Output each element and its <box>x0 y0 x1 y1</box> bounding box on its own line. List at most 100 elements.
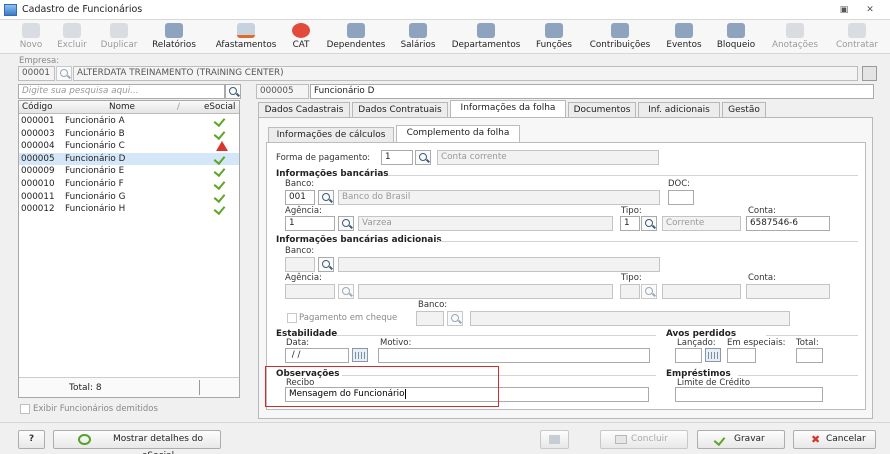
show-dismissed-checkbox[interactable] <box>20 404 30 414</box>
tab-dados-contratuais[interactable]: Dados Contratuais <box>352 102 448 118</box>
list-icon <box>675 23 693 38</box>
especiais-field[interactable] <box>727 348 756 363</box>
banco-cheque-code-field[interactable] <box>416 311 444 326</box>
footer-divider <box>0 422 890 423</box>
afastamentos-button[interactable]: Afastamentos <box>210 20 282 54</box>
trash-icon <box>63 23 81 38</box>
reports-button[interactable]: Relatórios <box>148 20 200 54</box>
data-field[interactable]: / / <box>285 348 349 363</box>
banco-extra-name-field <box>338 257 660 272</box>
restore-icon[interactable]: ▣ <box>836 3 852 17</box>
dependents-button[interactable]: Dependentes <box>322 20 390 54</box>
cancelar-button[interactable]: ✖ Cancelar <box>793 430 876 449</box>
agencia-code-field[interactable]: 1 <box>285 216 335 231</box>
column-name[interactable]: Nome <box>109 102 135 112</box>
table-row[interactable]: 000012 Funcionário H <box>19 203 239 216</box>
table-row[interactable]: 000010 Funcionário F <box>19 178 239 191</box>
employee-code-field[interactable]: 000005 <box>256 84 309 99</box>
navigate-icon <box>549 435 560 444</box>
empresa-search-icon[interactable] <box>56 66 72 81</box>
tipo-search-icon[interactable] <box>641 216 657 231</box>
subtab-informacoes-calculos[interactable]: Informações de cálculos <box>268 127 394 143</box>
tipo-code-field[interactable]: 1 <box>620 216 640 231</box>
banco-extra-code-field[interactable] <box>285 257 315 272</box>
functions-button[interactable]: Funções <box>530 20 578 54</box>
title-bar: Cadastro de Funcionários ▣ ✕ <box>0 0 890 20</box>
agencia-extra-search-icon[interactable] <box>338 284 354 299</box>
tab-inf-adicionais[interactable]: Inf. adicionais <box>638 102 720 118</box>
employee-grid: Código Nome / eSocial 000001 Funcionário … <box>18 100 240 398</box>
notes-button[interactable]: Anotações <box>768 20 822 54</box>
lancado-calendar-icon[interactable] <box>705 348 721 362</box>
note-icon <box>786 23 804 38</box>
empresa-menu-icon[interactable] <box>862 66 877 81</box>
salaries-button[interactable]: Salários <box>396 20 440 54</box>
gravar-button[interactable]: Gravar <box>697 430 785 449</box>
limite-credito-field[interactable] <box>675 387 823 402</box>
refresh-icon <box>78 434 91 445</box>
search-input[interactable]: Digite sua pesquisa aqui... <box>18 84 225 99</box>
forma-pagamento-code[interactable]: 1 <box>381 150 413 165</box>
tab-informacoes-folha[interactable]: Informações da folha <box>450 100 566 118</box>
clipboard-icon <box>545 23 563 38</box>
cat-button[interactable]: CAT <box>286 20 316 54</box>
tab-gestao[interactable]: Gestão <box>722 102 766 118</box>
column-esocial[interactable]: eSocial <box>204 102 236 112</box>
tab-dados-cadastrais[interactable]: Dados Cadastrais <box>258 102 350 118</box>
table-row[interactable]: 000001 Funcionário A <box>19 115 239 128</box>
table-row[interactable]: 000004 Funcionário C <box>19 140 239 153</box>
employee-name-field[interactable]: Funcionário D <box>310 84 874 99</box>
lancado-field[interactable] <box>675 348 702 363</box>
column-code[interactable]: Código <box>22 102 53 112</box>
lancado-label: Lançado: <box>677 338 716 348</box>
section-divider <box>438 241 858 242</box>
contributions-button[interactable]: Contribuições <box>584 20 656 54</box>
agencia-search-icon[interactable] <box>338 216 354 231</box>
tipo-extra-name-field <box>662 284 741 299</box>
table-row[interactable]: 000003 Funcionário B <box>19 128 239 141</box>
banco-extra-label: Banco: <box>285 246 315 256</box>
forma-pagamento-search-icon[interactable] <box>415 150 431 165</box>
empresa-label: Empresa: <box>19 56 60 66</box>
conta-extra-field[interactable] <box>746 284 830 299</box>
lock-button[interactable]: Bloqueio <box>712 20 760 54</box>
empresa-code-field[interactable]: 00001 <box>18 66 55 81</box>
calendar-icon[interactable] <box>352 348 368 362</box>
banco-search-icon[interactable] <box>318 190 334 205</box>
total-count: Total: 8 <box>69 383 102 393</box>
show-dismissed-label: Exibir Funcionários demitidos <box>33 404 158 414</box>
events-button[interactable]: Eventos <box>662 20 706 54</box>
agencia-extra-code-field[interactable] <box>285 284 335 299</box>
departments-button[interactable]: Departamentos <box>446 20 526 54</box>
banco-code-field[interactable]: 001 <box>285 190 315 205</box>
doc-field[interactable] <box>668 190 694 205</box>
help-button[interactable]: ? <box>18 430 45 449</box>
empresa-name-field[interactable]: ALTERDATA TREINAMENTO (TRAINING CENTER) <box>73 66 858 81</box>
section-divider <box>336 335 656 336</box>
new-button[interactable]: Novo <box>14 20 48 54</box>
tab-documentos[interactable]: Documentos <box>568 102 636 118</box>
users-icon <box>110 23 128 38</box>
conta-field[interactable]: 6587546-6 <box>746 216 830 231</box>
check-icon <box>214 130 226 139</box>
delete-button[interactable]: Excluir <box>52 20 92 54</box>
pagamento-cheque-checkbox[interactable] <box>287 313 297 323</box>
concluir-button[interactable]: Concluir <box>600 430 688 449</box>
duplicate-button[interactable]: Duplicar <box>95 20 143 54</box>
banco-extra-search-icon[interactable] <box>318 257 334 272</box>
motivo-field[interactable] <box>378 348 650 363</box>
subtab-complemento-folha[interactable]: Complemento da folha <box>396 125 520 143</box>
hire-button[interactable]: Contratar <box>830 20 884 54</box>
search-icon[interactable] <box>225 84 241 99</box>
total-field[interactable] <box>796 348 823 363</box>
banco-cheque-search-icon[interactable] <box>447 311 463 326</box>
navigate-button[interactable] <box>540 430 569 449</box>
table-row-selected[interactable]: 000005 Funcionário D <box>19 152 239 166</box>
tipo-extra-code-field[interactable] <box>620 284 640 299</box>
check-icon <box>214 167 226 176</box>
table-row[interactable]: 000009 Funcionário E <box>19 165 239 178</box>
table-row[interactable]: 000011 Funcionário G <box>19 191 239 204</box>
tipo-extra-search-icon[interactable] <box>641 284 657 299</box>
close-icon[interactable]: ✕ <box>862 3 878 17</box>
esocial-details-button[interactable]: Mostrar detalhes do eSocial <box>53 430 221 454</box>
